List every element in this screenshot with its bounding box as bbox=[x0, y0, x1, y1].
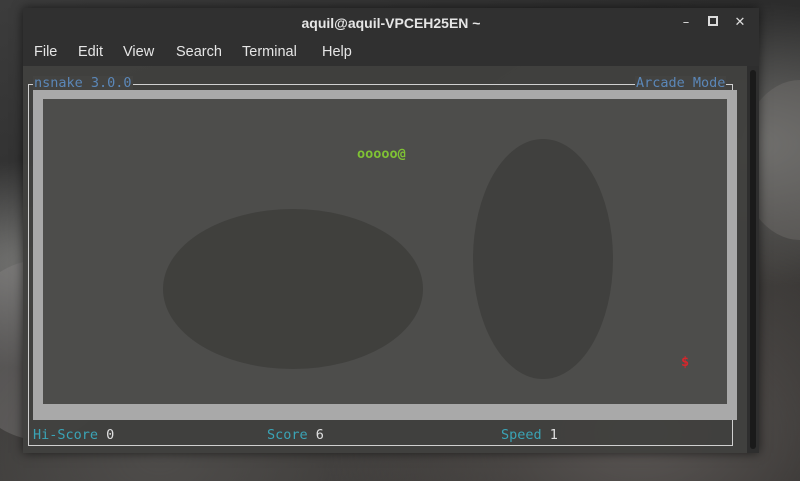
arena-background-texture bbox=[473, 139, 613, 379]
menu-bar: File Edit View Search Terminal Help bbox=[23, 38, 759, 66]
minimize-button[interactable]: – bbox=[677, 14, 695, 32]
menu-search[interactable]: Search bbox=[176, 44, 222, 60]
arena-background-texture bbox=[163, 209, 423, 369]
arena-border: ooooo@ $ bbox=[33, 90, 737, 420]
food-item: $ bbox=[681, 354, 690, 370]
speed-label: Speed bbox=[501, 427, 542, 443]
hiscore-label: Hi-Score bbox=[33, 427, 99, 443]
menu-view[interactable]: View bbox=[123, 44, 154, 60]
score-label: Score bbox=[267, 427, 308, 443]
title-bar[interactable]: aquil@aquil-VPCEH25EN ~ – ✕ bbox=[23, 8, 759, 38]
terminal-content[interactable]: nsnake 3.0.0 Arcade Mode ooooo@ $ Hi-Sco… bbox=[23, 66, 747, 453]
menu-terminal[interactable]: Terminal bbox=[242, 44, 297, 60]
speed-value: 1 bbox=[549, 427, 558, 443]
terminal-scrollbar[interactable] bbox=[747, 66, 759, 453]
close-button[interactable]: ✕ bbox=[731, 14, 749, 32]
hiscore-value: 0 bbox=[106, 427, 115, 443]
menu-help[interactable]: Help bbox=[322, 44, 352, 60]
app-name-label: nsnake 3.0.0 bbox=[33, 75, 133, 91]
score-value: 6 bbox=[315, 427, 324, 443]
game-mode-label: Arcade Mode bbox=[635, 75, 727, 91]
window-title: aquil@aquil-VPCEH25EN ~ bbox=[301, 15, 481, 31]
hiscore-display: Hi-Score 0 bbox=[33, 427, 114, 443]
menu-file[interactable]: File bbox=[34, 44, 57, 60]
speed-display: Speed 1 bbox=[501, 427, 558, 443]
maximize-icon bbox=[708, 16, 718, 26]
maximize-button[interactable] bbox=[704, 14, 722, 32]
game-arena: ooooo@ $ bbox=[43, 99, 727, 404]
menu-edit[interactable]: Edit bbox=[78, 44, 103, 60]
terminal-window: aquil@aquil-VPCEH25EN ~ – ✕ File Edit Vi… bbox=[23, 8, 759, 453]
score-display: Score 6 bbox=[267, 427, 324, 443]
snake: ooooo@ bbox=[357, 146, 406, 162]
scrollbar-thumb[interactable] bbox=[750, 70, 756, 449]
